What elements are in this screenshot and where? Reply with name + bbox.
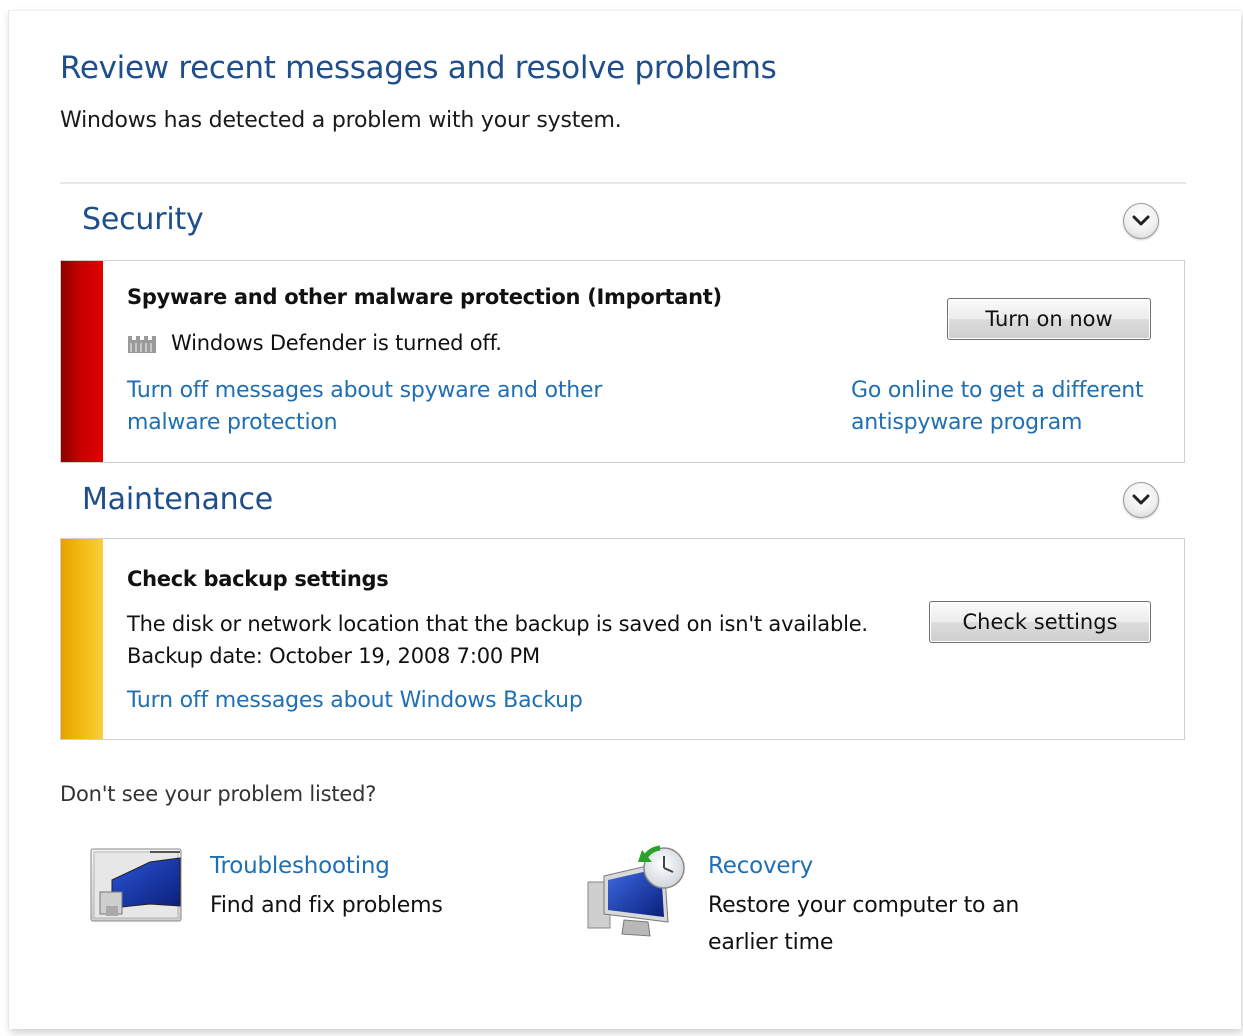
security-expand-button[interactable] [1123, 203, 1159, 239]
get-antispyware-link[interactable]: Go online to get a different antispyware… [851, 375, 1171, 439]
troubleshooting-link[interactable]: Troubleshooting [210, 853, 390, 879]
severity-stripe-warning [61, 539, 103, 739]
chevron-down-icon [1132, 215, 1150, 226]
fortress-icon [128, 336, 156, 353]
divider [60, 182, 1186, 184]
backup-location-message: The disk or network location that the ba… [127, 612, 868, 636]
chevron-down-icon [1132, 494, 1150, 505]
problem-not-listed-prompt: Don't see your problem listed? [60, 782, 377, 806]
defender-status: Windows Defender is turned off. [171, 331, 502, 355]
page-title: Review recent messages and resolve probl… [60, 50, 777, 86]
maintenance-item-title: Check backup settings [127, 567, 389, 591]
check-settings-button[interactable]: Check settings [929, 601, 1151, 643]
troubleshooting-monitor-icon[interactable] [90, 848, 184, 924]
maintenance-card: Check backup settings The disk or networ… [60, 538, 1185, 740]
page-subtitle: Windows has detected a problem with your… [60, 108, 622, 133]
recovery-monitor-icon[interactable] [586, 842, 690, 942]
turn-off-backup-messages-link[interactable]: Turn off messages about Windows Backup [127, 685, 583, 717]
security-item-title: Spyware and other malware protection (Im… [127, 285, 722, 309]
security-card: Spyware and other malware protection (Im… [60, 260, 1185, 463]
section-title-security[interactable]: Security [82, 202, 204, 237]
recovery-link[interactable]: Recovery [708, 853, 813, 879]
recovery-description: Restore your computer to an earlier time [708, 893, 1020, 955]
turn-off-spyware-messages-link[interactable]: Turn off messages about spyware and othe… [127, 375, 647, 439]
turn-on-now-button[interactable]: Turn on now [947, 298, 1151, 340]
section-title-maintenance[interactable]: Maintenance [82, 482, 273, 517]
troubleshooting-description: Find and fix problems [210, 893, 443, 918]
severity-stripe-important [61, 261, 103, 462]
backup-date: Backup date: October 19, 2008 7:00 PM [127, 644, 540, 668]
maintenance-expand-button[interactable] [1123, 482, 1159, 518]
